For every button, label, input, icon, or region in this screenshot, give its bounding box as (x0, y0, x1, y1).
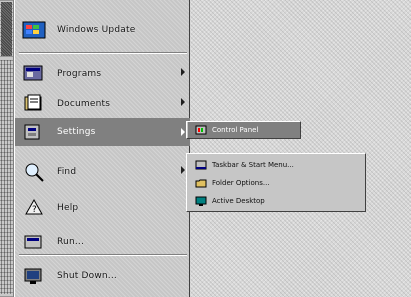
svg-text:?: ? (32, 205, 37, 215)
submenu-arrow-icon (181, 68, 185, 76)
find-icon (21, 160, 47, 184)
taskbar-icon (194, 159, 208, 171)
submenu-arrow-icon (181, 98, 185, 106)
submenu-item-label: Folder Options... (212, 179, 270, 187)
submenu-item-folder-options[interactable]: Folder Options... (188, 174, 365, 192)
banner-top-band (1, 2, 12, 56)
settings-icon (21, 120, 47, 144)
menu-item-label: Settings (57, 127, 96, 137)
start-menu-banner (0, 0, 14, 297)
windows-update-icon (21, 18, 47, 42)
active-desktop-icon (194, 195, 208, 207)
menu-item-label: Run... (57, 237, 85, 247)
help-icon: ? (21, 196, 47, 220)
menu-item-label: Documents (57, 99, 111, 109)
submenu-arrow-icon (181, 128, 185, 136)
settings-submenu-extra: Taskbar & Start Menu... Folder Options..… (186, 153, 366, 212)
submenu-item-taskbar[interactable]: Taskbar & Start Menu... (188, 156, 365, 174)
submenu-item-control-panel[interactable]: Control Panel (188, 122, 300, 138)
menu-item-label: Find (57, 167, 77, 177)
run-icon (21, 230, 47, 254)
menu-item-label: Shut Down... (57, 271, 117, 281)
menu-separator (19, 52, 187, 54)
menu-item-documents[interactable]: Documents (15, 86, 190, 122)
menu-item-label: Help (57, 203, 79, 213)
banner-low-band (1, 60, 12, 294)
settings-submenu: Control Panel (186, 121, 301, 139)
documents-icon (21, 92, 47, 116)
submenu-item-label: Active Desktop (212, 197, 265, 205)
control-panel-icon (194, 124, 208, 136)
shutdown-icon (21, 264, 47, 288)
menu-item-label: Windows Update (57, 25, 136, 35)
submenu-item-label: Control Panel (212, 126, 259, 134)
menu-item-help[interactable]: ? Help (15, 190, 190, 226)
submenu-arrow-icon (181, 166, 185, 174)
programs-icon (21, 62, 47, 86)
menu-item-windows-update[interactable]: Windows Update (15, 12, 190, 48)
menu-item-find[interactable]: Find (15, 154, 190, 190)
start-menu: Windows Update Programs Documents Settin… (14, 0, 190, 297)
submenu-item-label: Taskbar & Start Menu... (212, 161, 294, 169)
menu-item-label: Programs (57, 69, 102, 79)
menu-item-settings[interactable]: Settings (15, 118, 190, 146)
folder-options-icon (194, 177, 208, 189)
submenu-item-active-desktop[interactable]: Active Desktop (188, 192, 365, 210)
menu-item-shut-down[interactable]: Shut Down... (15, 258, 190, 294)
menu-separator (19, 254, 187, 256)
